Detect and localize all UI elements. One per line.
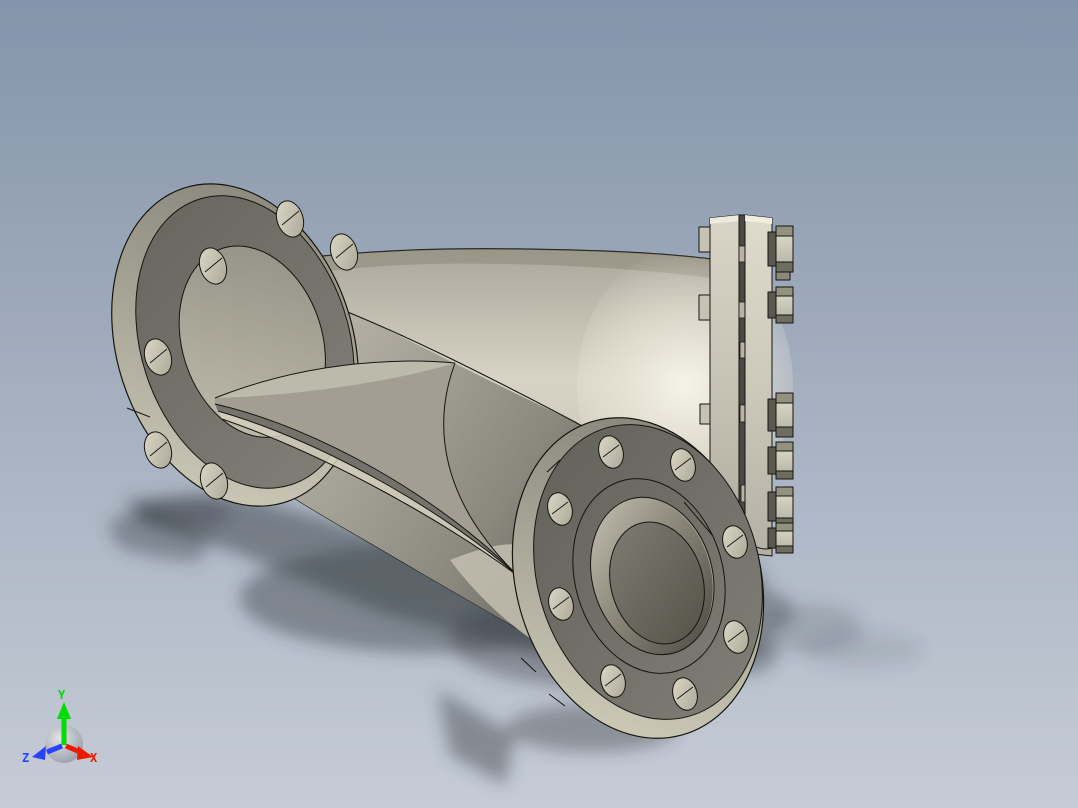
- bolt-washer: [767, 527, 777, 549]
- floor-shadow-fade: [802, 632, 922, 668]
- bolt-washer: [767, 446, 777, 475]
- stud-bolt: [698, 226, 711, 253]
- stud-bolt: [698, 294, 711, 321]
- hex-bolt[interactable]: [767, 441, 794, 480]
- hex-bolt-bevel-bottom: [775, 261, 794, 273]
- axis-z-label: Z: [22, 751, 29, 765]
- hex-bolt[interactable]: [767, 392, 794, 438]
- bolt-washer: [767, 398, 777, 432]
- hex-bolt[interactable]: [767, 486, 794, 527]
- hex-bolt-bevel-bottom: [775, 545, 794, 554]
- axis-x-label: X: [90, 751, 98, 765]
- hex-bolt-bevel-top: [775, 392, 794, 404]
- hex-bolt-bevel-top: [775, 286, 794, 297]
- hex-bolt-bevel-top: [775, 225, 794, 237]
- hex-bolt-bevel-top: [775, 522, 794, 532]
- bolt-washer: [767, 231, 777, 267]
- hex-bolt-bevel-top: [775, 441, 794, 452]
- floor-shadow-left: [140, 499, 230, 531]
- bolt-washer: [767, 491, 777, 522]
- hex-bolt-bevel-bottom: [775, 426, 794, 438]
- hex-bolt-bevel-top: [775, 486, 794, 497]
- viewport-canvas[interactable]: Z X Y: [0, 0, 1078, 808]
- hex-bolt-bevel-bottom: [775, 470, 794, 480]
- bolt-washer: [767, 291, 777, 319]
- bolt-collar: [775, 271, 791, 281]
- hex-bolt[interactable]: [767, 286, 794, 324]
- axis-y-label: Y: [58, 688, 66, 702]
- hex-bolt[interactable]: [767, 522, 794, 554]
- hex-bolt-bevel-bottom: [775, 314, 794, 324]
